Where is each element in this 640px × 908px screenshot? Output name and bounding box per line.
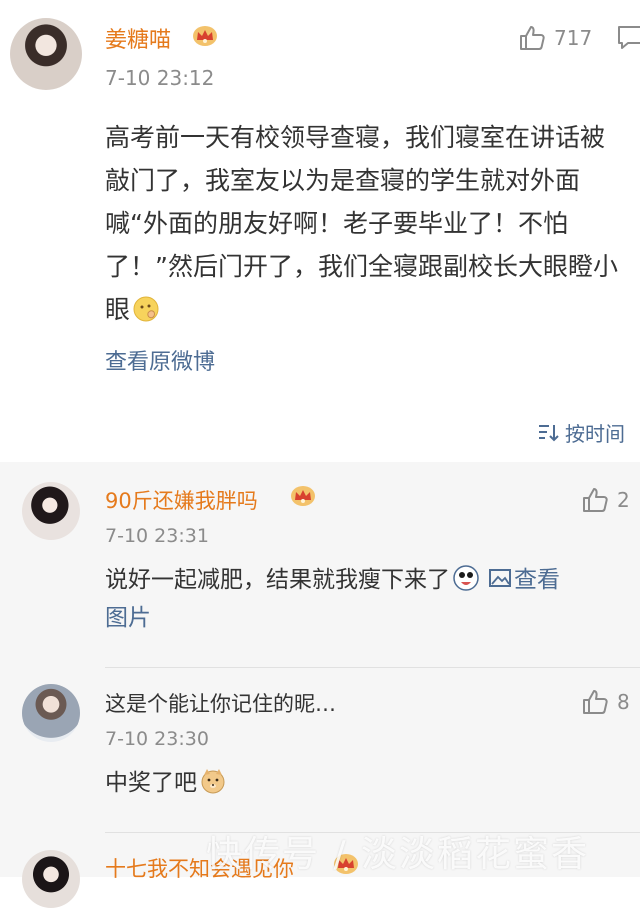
comment-text: 中奖了吧: [105, 764, 227, 802]
sort-icon: [539, 424, 559, 441]
crown-icon: [291, 486, 315, 506]
post-like-button[interactable]: 717: [518, 24, 592, 52]
post-body-text: 高考前一天有校领导查寝，我们寝室在讲话被敲门了，我室友以为是查寝的学生就对外面喊…: [105, 123, 618, 324]
comment-list: [0, 462, 640, 877]
comment-timestamp: 7-10 23:30: [105, 728, 209, 750]
post-username[interactable]: 姜糖喵: [105, 22, 171, 54]
post-like-count: 717: [554, 26, 593, 50]
comment-avatar[interactable]: [22, 482, 80, 540]
thumbs-up-icon: [583, 488, 608, 512]
sort-label: 按时间: [565, 422, 625, 446]
comment-text-body: 说好一起减肥，结果就我瘦下来了: [105, 567, 450, 593]
laugh-cry-emoji-icon: [453, 565, 479, 591]
comment-avatar[interactable]: [22, 684, 80, 742]
comment-like-count: 8: [617, 690, 630, 714]
comment-like-button[interactable]: 8: [581, 688, 630, 716]
comment-avatar[interactable]: [22, 850, 80, 908]
comment-text: 说好一起减肥，结果就我瘦下来了 查看 图片: [105, 561, 625, 637]
comment-like-button[interactable]: 2: [581, 486, 630, 514]
shy-face-emoji-icon: [133, 296, 159, 322]
main-post: 姜糖喵 7-10 23:12 717 高考前一天有校领导查寝，我们寝室在讲话被敲…: [0, 0, 640, 462]
post-timestamp: 7-10 23:12: [105, 66, 215, 90]
comment-text-body: 中奖了吧: [105, 770, 197, 796]
comment-username[interactable]: 90斤还嫌我胖吗: [105, 485, 258, 515]
crown-icon: [193, 26, 217, 46]
user-avatar[interactable]: [10, 18, 82, 90]
doge-emoji-icon: [201, 769, 225, 794]
view-original-link[interactable]: 查看原微博: [105, 344, 215, 376]
comment-timestamp: 7-10 23:31: [105, 525, 209, 547]
sort-by-time-button[interactable]: 按时间: [537, 418, 625, 447]
comment-username[interactable]: 这是个能让你记住的昵…: [105, 688, 336, 718]
thumbs-up-icon: [520, 26, 545, 50]
comment-icon[interactable]: [616, 22, 640, 52]
image-icon: [489, 569, 511, 587]
watermark: 快传号 / 淡淡稻花蜜香: [206, 834, 590, 875]
thumbs-up-icon: [583, 690, 608, 714]
comment-like-count: 2: [617, 488, 630, 512]
comment-divider: [105, 667, 640, 668]
post-body: 高考前一天有校领导查寝，我们寝室在讲话被敲门了，我室友以为是查寝的学生就对外面喊…: [105, 116, 625, 331]
